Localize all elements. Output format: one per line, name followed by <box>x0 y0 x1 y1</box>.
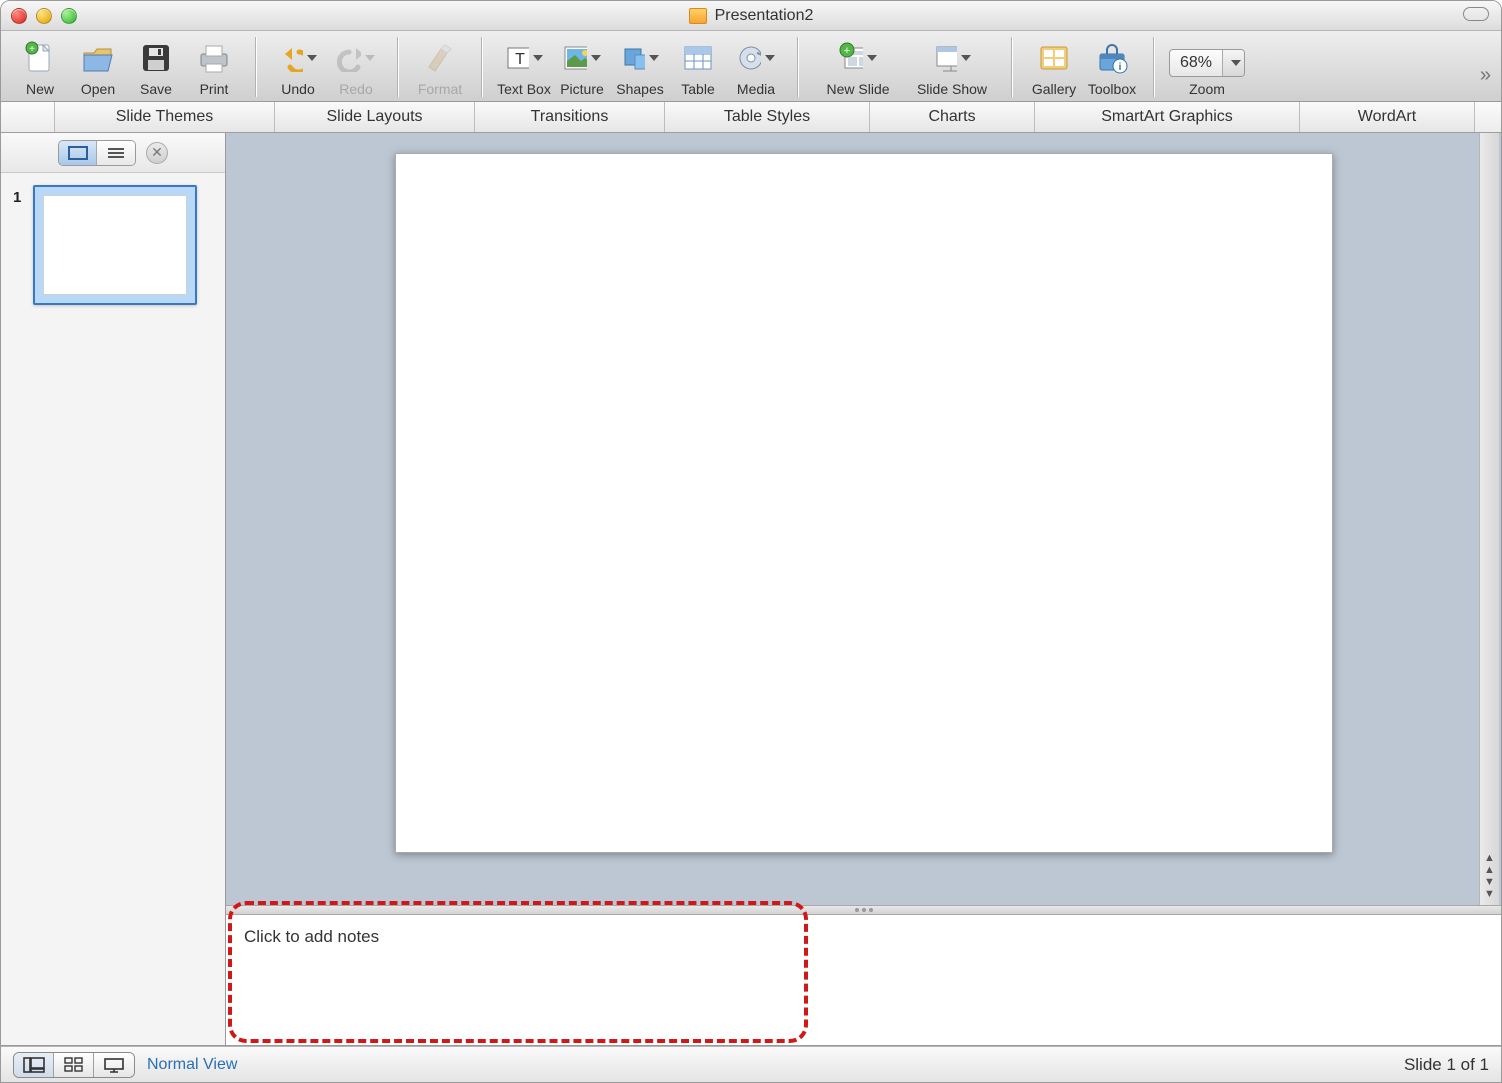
textbox-icon: T <box>505 39 543 77</box>
workarea: ✕ 1 ▲ ▲ ▼ ▼ <box>1 133 1501 1046</box>
undo-button[interactable]: Undo <box>271 39 325 97</box>
toolbar-divider <box>397 37 399 97</box>
gallery-button[interactable]: Gallery <box>1027 39 1081 97</box>
scroll-down-icon: ▼ <box>1484 877 1495 887</box>
notes-placeholder: Click to add notes <box>244 927 379 946</box>
tab-wordart[interactable]: WordArt <box>1300 102 1475 132</box>
tab-charts[interactable]: Charts <box>870 102 1035 132</box>
toolbox-button[interactable]: i Toolbox <box>1085 39 1139 97</box>
window-title: Presentation2 <box>715 7 814 25</box>
picture-icon <box>563 39 601 77</box>
scroll-up-icon: ▲ <box>1484 865 1495 875</box>
app-icon <box>689 8 707 24</box>
outline-icon <box>106 146 126 160</box>
slides-panel-toolbar: ✕ <box>1 133 225 173</box>
editor-column: ▲ ▲ ▼ ▼ Click to add notes <box>226 133 1501 1045</box>
svg-text:i: i <box>1119 62 1122 73</box>
view-mode-label: Normal View <box>147 1056 237 1074</box>
toolbox-icon: i <box>1093 39 1131 77</box>
svg-text:T: T <box>515 51 525 68</box>
toolbar-overflow-button[interactable]: » <box>1480 64 1491 87</box>
media-button[interactable]: Media <box>729 39 783 97</box>
normal-view-button[interactable] <box>14 1053 54 1077</box>
toolbar-divider <box>255 37 257 97</box>
slideshow-button[interactable]: Slide Show <box>907 39 997 97</box>
new-slide-icon: + <box>839 39 877 77</box>
new-slide-button[interactable]: + New Slide <box>813 39 903 97</box>
zoom-control: 68% Zoom <box>1169 49 1245 97</box>
window-title-area: Presentation2 <box>1 7 1501 25</box>
scroll-down-double-icon: ▼ <box>1484 889 1495 899</box>
ribbon-tabs: Slide Themes Slide Layouts Transitions T… <box>1 102 1501 133</box>
print-icon <box>195 39 233 77</box>
picture-button[interactable]: Picture <box>555 39 609 97</box>
redo-button[interactable]: Redo <box>329 39 383 97</box>
tab-slide-themes[interactable]: Slide Themes <box>55 102 275 132</box>
save-icon <box>137 39 175 77</box>
main-toolbar: + New Open Save Print <box>1 31 1501 102</box>
slide-thumbnail-1[interactable]: 1 <box>13 185 213 305</box>
zoom-dropdown-button[interactable] <box>1222 50 1244 76</box>
table-button[interactable]: Table <box>671 39 725 97</box>
tab-slide-layouts[interactable]: Slide Layouts <box>275 102 475 132</box>
statusbar: Normal View Slide 1 of 1 <box>1 1046 1501 1082</box>
slide-canvas-area[interactable]: ▲ ▲ ▼ ▼ <box>226 133 1501 905</box>
app-window: Presentation2 + New Open Save <box>0 0 1502 1083</box>
notes-splitter[interactable] <box>226 905 1501 915</box>
format-icon <box>421 39 459 77</box>
format-button[interactable]: Format <box>413 39 467 97</box>
slides-panel: ✕ 1 <box>1 133 226 1045</box>
open-button[interactable]: Open <box>71 39 125 97</box>
media-icon <box>737 39 775 77</box>
panel-view-toggle <box>58 140 136 166</box>
slideshow-icon <box>933 39 971 77</box>
thumbnail-number: 1 <box>13 185 27 305</box>
new-button[interactable]: + New <box>13 39 67 97</box>
annotation-callout <box>228 901 808 1043</box>
gallery-icon <box>1035 39 1073 77</box>
zoom-value[interactable]: 68% <box>1170 54 1222 72</box>
shapes-button[interactable]: Shapes <box>613 39 667 97</box>
open-icon <box>79 39 117 77</box>
shapes-icon <box>621 39 659 77</box>
toolbar-divider <box>797 37 799 97</box>
svg-text:+: + <box>29 44 35 55</box>
slide-counter: Slide 1 of 1 <box>1404 1055 1489 1075</box>
thumbnail-preview <box>43 195 187 295</box>
undo-icon <box>279 39 317 77</box>
ribbon-spacer <box>1 102 55 132</box>
thumbnails-list[interactable]: 1 <box>1 173 225 1045</box>
toolbar-divider <box>481 37 483 97</box>
titlebar: Presentation2 <box>1 1 1501 31</box>
redo-icon <box>337 39 375 77</box>
thumbnails-icon <box>68 146 88 160</box>
tab-transitions[interactable]: Transitions <box>475 102 665 132</box>
scroll-up-double-icon: ▲ <box>1484 853 1495 863</box>
svg-text:+: + <box>844 45 850 57</box>
vertical-scrollbar[interactable]: ▲ ▲ ▼ ▼ <box>1479 133 1499 905</box>
save-button[interactable]: Save <box>129 39 183 97</box>
toolbar-divider <box>1011 37 1013 97</box>
thumbnails-view-button[interactable] <box>59 141 97 165</box>
textbox-button[interactable]: T Text Box <box>497 39 551 97</box>
outline-view-button[interactable] <box>97 141 135 165</box>
notes-pane[interactable]: Click to add notes <box>226 915 1501 1045</box>
sorter-view-button[interactable] <box>54 1053 94 1077</box>
tab-table-styles[interactable]: Table Styles <box>665 102 870 132</box>
slideshow-view-button[interactable] <box>94 1053 134 1077</box>
toolbar-divider <box>1153 37 1155 97</box>
thumbnail-frame <box>33 185 197 305</box>
new-icon: + <box>21 39 59 77</box>
slide-canvas[interactable] <box>395 153 1333 853</box>
toolbar-toggle-button[interactable] <box>1463 7 1489 21</box>
tab-smartart[interactable]: SmartArt Graphics <box>1035 102 1300 132</box>
view-switcher <box>13 1052 135 1078</box>
print-button[interactable]: Print <box>187 39 241 97</box>
close-panel-button[interactable]: ✕ <box>146 142 168 164</box>
table-icon <box>679 39 717 77</box>
